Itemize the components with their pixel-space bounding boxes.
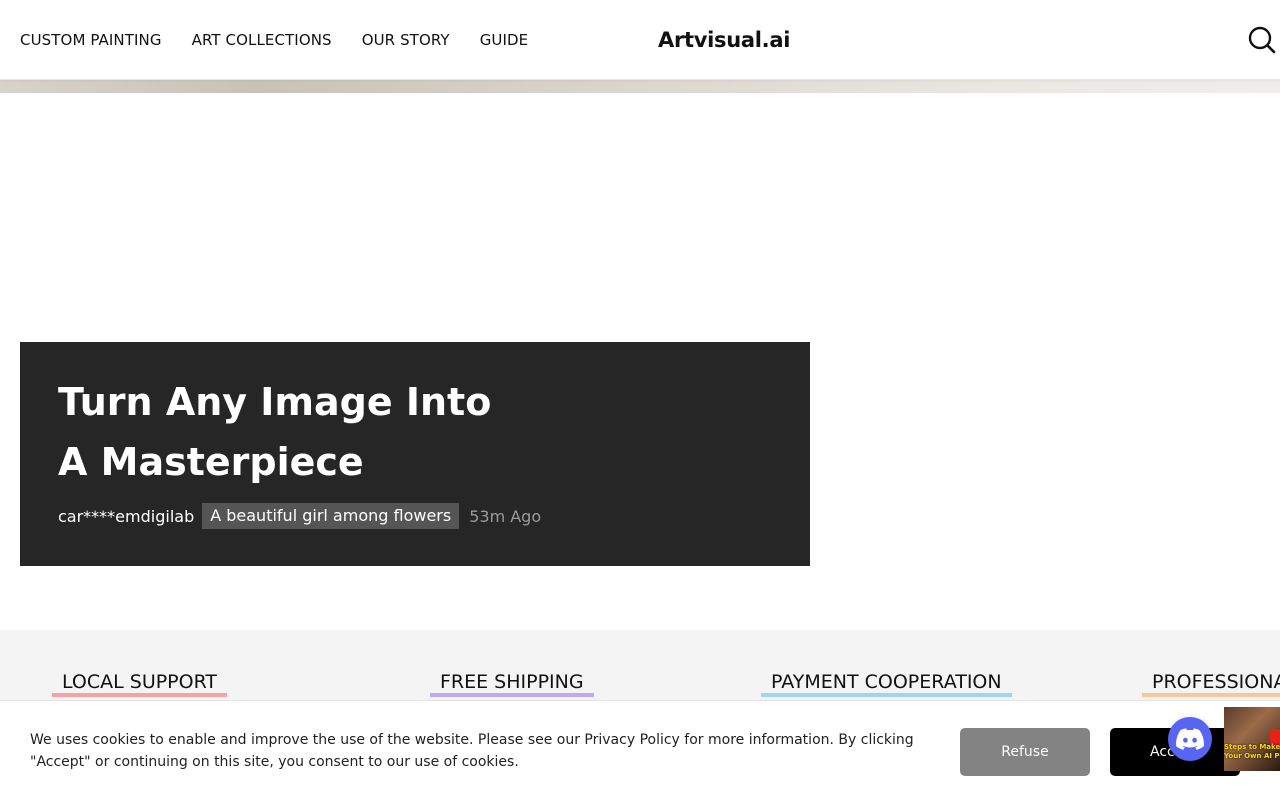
feature-label: LOCAL SUPPORT	[62, 671, 218, 693]
feature-professional: PROFESSIONA	[1142, 670, 1280, 697]
site-header: CUSTOM PAINTING ART COLLECTIONS OUR STOR…	[0, 0, 1280, 80]
search-icon[interactable]	[1247, 25, 1277, 55]
feature-payment-cooperation: PAYMENT COOPERATION	[761, 670, 1012, 697]
feature-underline	[761, 693, 1012, 697]
feature-label: PROFESSIONA	[1152, 671, 1280, 693]
feature-underline	[1142, 693, 1280, 697]
video-caption-line-1: Steps to Make	[1224, 743, 1280, 751]
hero-banner: Turn Any Image Into A Masterpiece car***…	[20, 342, 810, 566]
feature-label: PAYMENT COOPERATION	[771, 671, 1002, 693]
banner-title: Turn Any Image Into A Masterpiece	[58, 372, 578, 492]
banner-title-line-1: Turn Any Image Into	[58, 380, 492, 424]
cookie-text: We uses cookies to enable and improve th…	[30, 732, 914, 770]
nav-custom-painting[interactable]: CUSTOM PAINTING	[20, 31, 162, 49]
nav-guide[interactable]: GUIDE	[480, 31, 529, 49]
video-caption-line-2: Your Own AI Port	[1224, 752, 1280, 760]
feature-underline	[430, 693, 594, 697]
nav-art-collections[interactable]: ART COLLECTIONS	[192, 31, 332, 49]
banner-meta: car****emdigilab A beautiful girl among …	[58, 503, 541, 529]
refuse-button[interactable]: Refuse	[960, 728, 1090, 776]
cookie-banner: We uses cookies to enable and improve th…	[0, 700, 1280, 800]
video-thumbnail[interactable]: Steps to Make Your Own AI Port	[1224, 707, 1280, 771]
feature-label: FREE SHIPPING	[440, 671, 584, 693]
discord-icon[interactable]	[1168, 717, 1212, 761]
main-nav: CUSTOM PAINTING ART COLLECTIONS OUR STOR…	[20, 0, 528, 80]
banner-user: car****emdigilab	[58, 506, 195, 526]
hero-image-strip	[0, 80, 1280, 93]
banner-tag[interactable]: A beautiful girl among flowers	[202, 503, 460, 529]
site-logo[interactable]: Artvisual.ai	[658, 0, 790, 80]
video-caption: Steps to Make Your Own AI Port	[1224, 743, 1280, 761]
banner-title-line-2: A Masterpiece	[58, 440, 364, 484]
feature-local-support: LOCAL SUPPORT	[52, 670, 228, 697]
feature-underline	[52, 693, 228, 697]
feature-free-shipping: FREE SHIPPING	[430, 670, 594, 697]
nav-our-story[interactable]: OUR STORY	[362, 31, 450, 49]
banner-time: 53m Ago	[469, 506, 542, 526]
